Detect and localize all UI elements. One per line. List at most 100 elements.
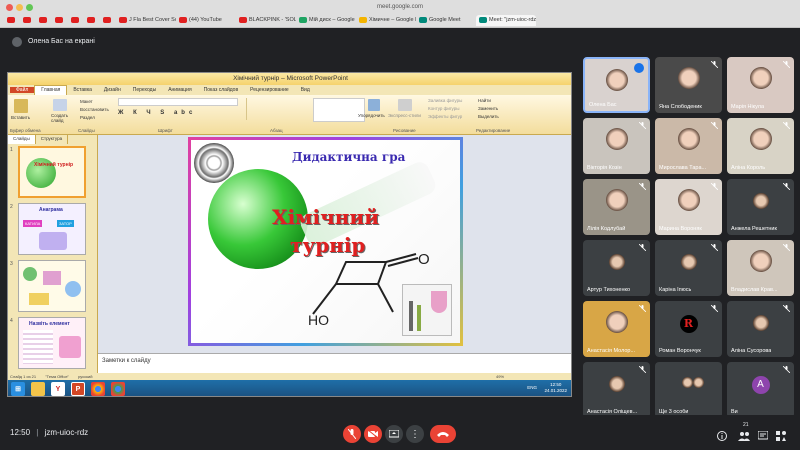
shape-fill-button[interactable]: Заливка фигуры (428, 98, 462, 103)
muted-mic-icon (639, 122, 646, 129)
more-options-button[interactable]: ⋮ (406, 425, 424, 443)
close-window-icon[interactable] (6, 4, 13, 11)
select-button[interactable]: Выделить (478, 114, 499, 119)
participants-button[interactable]: 21 (738, 422, 750, 441)
browser-tab[interactable] (100, 15, 116, 26)
paragraph-controls[interactable] (246, 98, 306, 120)
replace-button[interactable]: Заменить (478, 106, 498, 111)
quick-styles-button[interactable]: Экспресс-стили (388, 113, 421, 118)
slide-thumbnail-3[interactable] (18, 260, 86, 312)
slide-thumbnail-1[interactable]: Хімічний турнір (18, 146, 86, 198)
participant-tile[interactable]: Анастасія Оліщев... (583, 362, 650, 418)
thumb-graphic (39, 232, 67, 250)
tab-slides[interactable]: Слайды (8, 135, 36, 144)
ribbon-tab[interactable]: Вид (295, 87, 316, 93)
arrange-icon[interactable] (368, 99, 380, 111)
browser-tab[interactable]: Google Meet (416, 15, 476, 26)
participant-tile[interactable]: Лілія Кодлубай (583, 179, 650, 235)
participant-face (605, 311, 628, 333)
reset-button[interactable]: Восстановить (80, 107, 109, 112)
oxygen-label: O (418, 251, 430, 268)
browser-tab[interactable] (36, 15, 52, 26)
chat-button[interactable] (757, 428, 770, 440)
participant-tile[interactable]: A Ви (727, 362, 794, 418)
slide-thumbnail-4[interactable]: Назвіть елемент (18, 317, 86, 369)
participant-tile[interactable]: Мирослава Тара... (655, 118, 722, 174)
ribbon-tab[interactable]: Переходы (127, 87, 162, 93)
ribbon-tab[interactable]: Вставка (67, 87, 98, 93)
browser-tab[interactable]: Хімичне – Google Презента... (356, 15, 416, 26)
paste-icon[interactable] (14, 99, 28, 113)
arrange-button[interactable]: Упорядочить (358, 113, 385, 118)
start-icon[interactable]: ⊞ (11, 382, 25, 396)
leave-call-button[interactable] (430, 425, 456, 443)
participant-tile[interactable]: Яна Слободеник (655, 57, 722, 113)
new-slide-icon[interactable] (53, 99, 67, 111)
mic-toggle-button[interactable] (343, 425, 361, 443)
participant-tile[interactable]: Марія Нікула (727, 57, 794, 113)
browser-tab[interactable] (4, 15, 20, 26)
participant-face (677, 67, 700, 89)
font-name-select[interactable] (118, 98, 238, 106)
tab-outline[interactable]: Структура (36, 135, 69, 144)
shape-effects-button[interactable]: Эффекты фигур (428, 114, 462, 119)
participant-tile[interactable]: Аліна Король (727, 118, 794, 174)
pane-tabs: Слайды Структура (8, 135, 98, 144)
hang-up-icon (437, 432, 449, 437)
ribbon-tab[interactable]: Показ слайдов (198, 87, 244, 93)
camera-toggle-button[interactable] (364, 425, 382, 443)
browser-tab[interactable]: Meet: "jzm-uioc-rdz" (476, 15, 536, 26)
activities-button[interactable] (776, 428, 788, 441)
ribbon-tab[interactable]: Главная (34, 85, 68, 95)
browser-tab[interactable]: (44) YouTube (176, 15, 236, 26)
status-zoom: 49% (496, 374, 505, 379)
paste-button[interactable]: Вставить (11, 115, 30, 120)
powerpoint-icon[interactable]: P (71, 382, 85, 396)
browser-tab[interactable] (52, 15, 68, 26)
participant-tile[interactable]: Аліна Сусорова (727, 301, 794, 357)
meeting-info-button[interactable] (717, 428, 729, 441)
participant-tile[interactable]: R Роман Ворончук (655, 301, 722, 357)
people-icon (738, 432, 750, 441)
new-slide-button[interactable]: Создать слайд (51, 113, 73, 123)
participant-name: Каріна Іпюсь (659, 287, 692, 293)
participant-tile[interactable]: Вікторія Козін (583, 118, 650, 174)
quick-styles-icon[interactable] (398, 99, 412, 111)
slide-thumbnail-2[interactable]: Анаграма КАТИЛА ЗАТОР (18, 203, 86, 255)
font-format-buttons[interactable]: Ж К Ч S abc (118, 110, 196, 116)
notes-pane[interactable]: Заметки к слайду (98, 353, 571, 373)
ribbon-tab[interactable]: Анимация (162, 87, 197, 93)
ribbon-tab[interactable]: Файл (10, 87, 35, 93)
section-button[interactable]: Раздел (80, 115, 95, 120)
maximize-window-icon[interactable] (26, 4, 33, 11)
browser-tab[interactable] (20, 15, 36, 26)
ribbon-tab[interactable]: Рецензирование (244, 87, 295, 93)
browser-tab[interactable] (84, 15, 100, 26)
layout-button[interactable]: Макет (80, 99, 93, 104)
participant-tile[interactable]: Владислав Крав... (727, 240, 794, 296)
participant-face (605, 69, 628, 91)
present-button[interactable] (385, 425, 403, 443)
folder-icon[interactable] (31, 382, 45, 396)
shape-outline-button[interactable]: Контур фигуры (428, 106, 459, 111)
participant-tile[interactable]: Каріна Іпюсь (655, 240, 722, 296)
participant-tile[interactable]: Марина Вороняк (655, 179, 722, 235)
address-bar[interactable]: meet.google.com (300, 3, 500, 12)
ribbon-tab[interactable]: Дизайн (98, 87, 127, 93)
chrome-icon[interactable] (91, 382, 105, 396)
participant-tile[interactable]: Артур Тихоненко (583, 240, 650, 296)
chrome-icon[interactable] (111, 382, 125, 396)
participant-tile[interactable]: Ще 3 особи (655, 362, 722, 418)
participant-tile[interactable]: Олена Бас (583, 57, 650, 113)
shapes-gallery[interactable] (313, 98, 365, 122)
participant-tile[interactable]: Анжела Решетник (727, 179, 794, 235)
browser-tab[interactable]: Мій диск – Google Диск (296, 15, 356, 26)
browser-tab[interactable] (68, 15, 84, 26)
browser-tab[interactable]: BLACKPINK - 'SOLO' + 'PPP'... (236, 15, 296, 26)
yandex-icon[interactable]: Y (51, 382, 65, 396)
speaking-indicator-icon (634, 63, 644, 73)
browser-tab[interactable]: J Fla Best Cover Songs 2020... (116, 15, 176, 26)
participant-tile[interactable]: Анастасія Молор... (583, 301, 650, 357)
minimize-window-icon[interactable] (16, 4, 23, 11)
find-button[interactable]: Найти (478, 98, 491, 103)
